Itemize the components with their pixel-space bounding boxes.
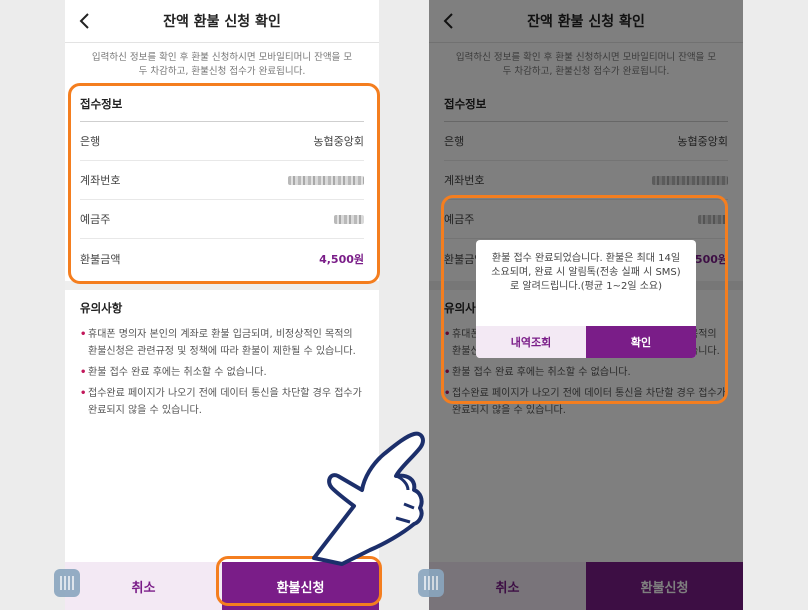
notice-item: •환불 접수 완료 후에는 취소할 수 없습니다. [80,367,267,378]
page-title: 잔액 환불 신청 확인 [163,14,281,30]
highlight-receipt-info [68,83,380,284]
notice-section: 유의사항 •휴대폰 명의자 본인의 계좌로 환불 입금되며, 비정상적인 목적의… [65,290,379,419]
intro-text: 입력하신 정보를 확인 후 환불 신청하시면 모바일티머니 잔액을 모두 차감하… [65,42,379,82]
notice-item: •접수완료 페이지가 나오기 전에 데이터 통신을 차단할 경우 접수가 완료되… [80,388,362,416]
chat-icon[interactable] [54,569,80,597]
notice-title: 유의사항 [80,301,123,315]
app-header: 잔액 환불 신청 확인 [65,0,379,42]
chat-icon[interactable] [418,569,444,597]
notice-item: •휴대폰 명의자 본인의 계좌로 환불 입금되며, 비정상적인 목적의 환불신청… [80,329,356,357]
back-arrow-icon[interactable] [73,9,97,33]
pointing-hand-icon [312,431,425,566]
highlight-dialog [441,195,728,404]
cancel-button[interactable]: 취소 [65,562,222,610]
